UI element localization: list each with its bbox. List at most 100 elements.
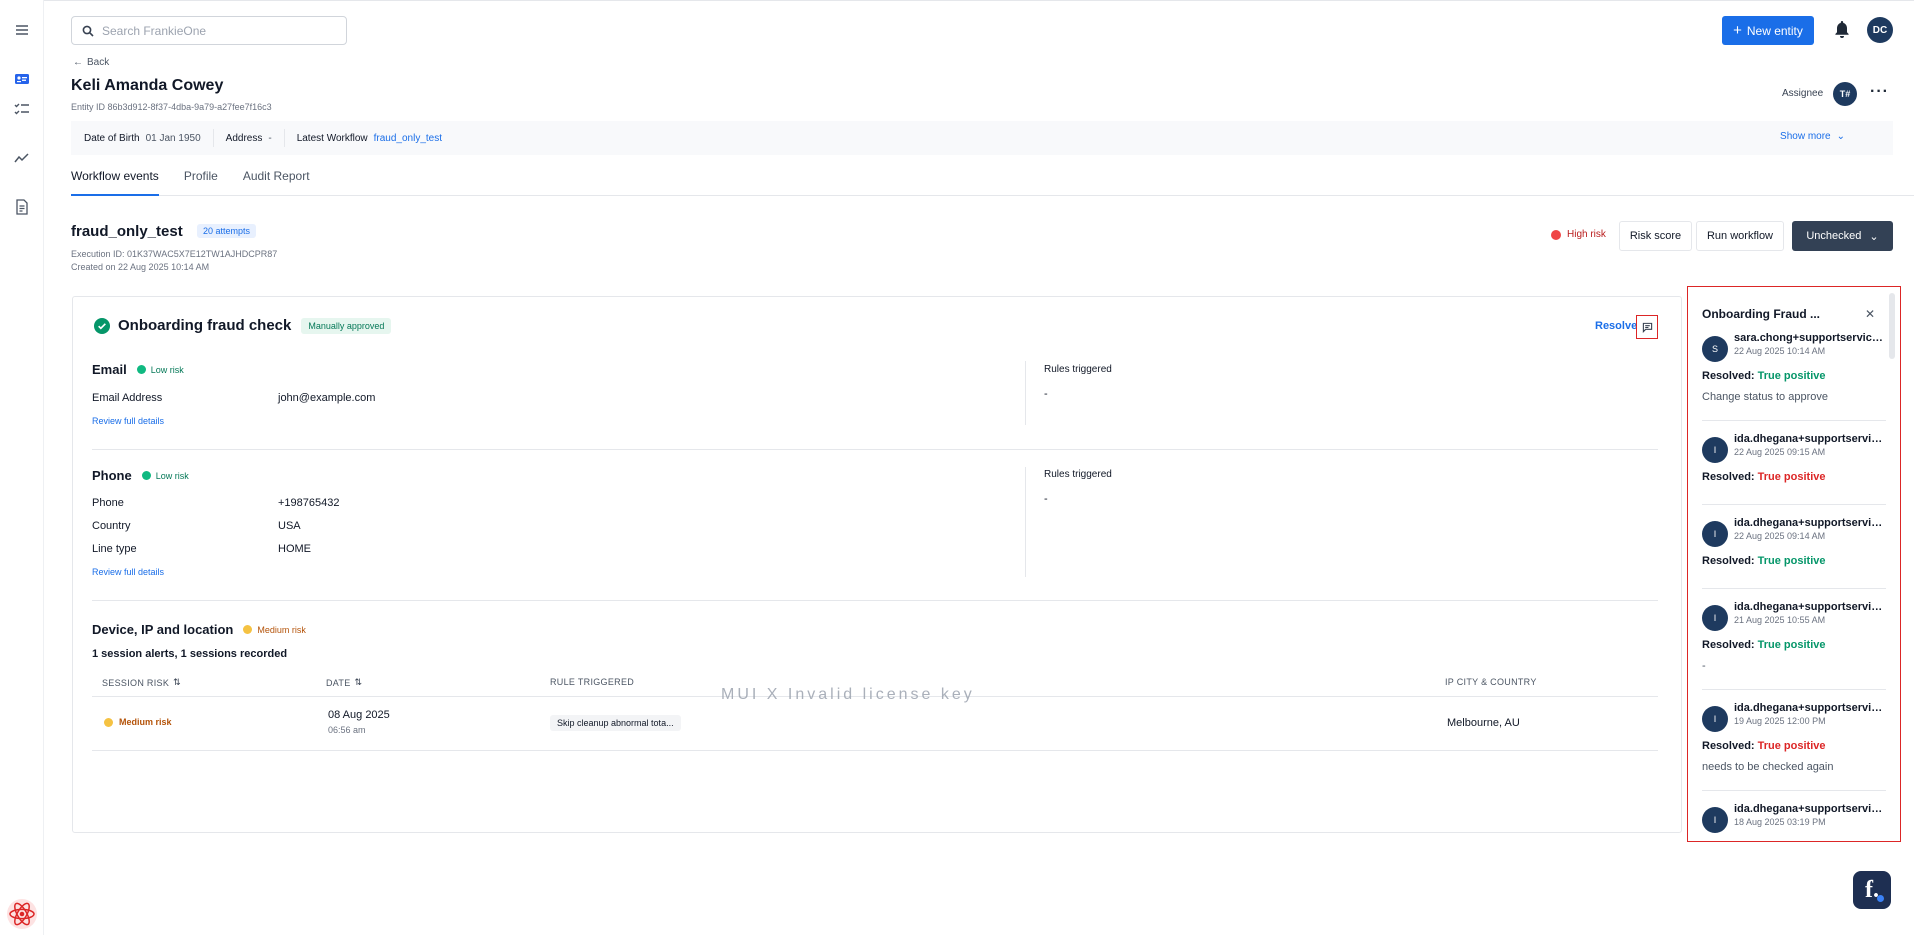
status-dropdown-button[interactable]: Unchecked ⌄: [1792, 221, 1893, 251]
tab-bar: Workflow events Profile Audit Report: [71, 162, 1914, 196]
phone-label: Phone: [92, 497, 124, 509]
plus-icon: +: [1733, 22, 1742, 39]
comment-icon: [1642, 322, 1652, 333]
column-header-date[interactable]: DATE ⇅: [326, 677, 362, 688]
risk-badge: Low risk: [141, 471, 189, 481]
assignee-avatar[interactable]: T#: [1833, 82, 1857, 106]
notification-bell-icon[interactable]: [1834, 20, 1852, 40]
sort-icon[interactable]: ⇅: [173, 677, 181, 688]
entity-id: Entity ID 86b3d912-8f37-4dba-9a79-a27fee…: [71, 102, 272, 112]
back-link[interactable]: ← Back: [73, 57, 109, 68]
email-review-details-link[interactable]: Review full details: [92, 416, 164, 426]
email-address-label: Email Address: [92, 392, 163, 404]
hamburger-menu-icon[interactable]: [13, 21, 31, 39]
show-more-button[interactable]: Show more ⌄: [1780, 131, 1845, 142]
resolve-button[interactable]: Resolve: [1595, 320, 1637, 332]
search-box[interactable]: [71, 16, 347, 45]
divider: [92, 750, 1658, 751]
analytics-trend-icon[interactable]: [13, 149, 31, 167]
panel-scrollbar[interactable]: [1889, 293, 1895, 359]
divider: [1025, 361, 1026, 425]
session-summary: 1 session alerts, 1 sessions recorded: [92, 648, 288, 660]
dob-value: 01 Jan 1950: [145, 132, 201, 144]
line-type-label: Line type: [92, 543, 137, 555]
comment-resolution: Resolved: True positive: [1702, 370, 1826, 382]
attempts-badge[interactable]: 20 attempts: [197, 224, 257, 238]
comment-time: 19 Aug 2025 12:00 PM: [1734, 716, 1826, 726]
checklist-icon[interactable]: [13, 100, 31, 118]
comment-time: 21 Aug 2025 10:55 AM: [1734, 615, 1826, 625]
top-border: [0, 0, 1914, 3]
comments-toggle-button[interactable]: [1636, 315, 1658, 339]
arrow-left-icon: ←: [73, 57, 83, 68]
column-header-rule-triggered: RULE TRIGGERED: [550, 677, 635, 687]
column-header-session-risk[interactable]: SESSION RISK ⇅: [102, 677, 181, 688]
user-avatar[interactable]: DC: [1867, 17, 1893, 43]
divider: [283, 129, 285, 147]
email-rules-value: -: [1044, 388, 1048, 400]
chevron-down-icon: ⌄: [1869, 230, 1879, 243]
entity-name: Keli Amanda Cowey: [71, 77, 224, 94]
email-address-value: john@example.com: [278, 392, 376, 404]
entity-summary-bar: Date of Birth 01 Jan 1950 Address - Late…: [71, 121, 1893, 155]
chevron-down-icon: ⌄: [1836, 131, 1845, 142]
comment-time: 22 Aug 2025 09:14 AM: [1734, 531, 1826, 541]
sort-icon[interactable]: ⇅: [355, 677, 363, 688]
close-icon[interactable]: ✕: [1865, 307, 1875, 321]
status-dot-icon: [141, 471, 151, 480]
status-dot-icon: [136, 365, 146, 374]
comment-time: 22 Aug 2025 09:15 AM: [1734, 447, 1826, 457]
divider: [1702, 689, 1886, 690]
document-icon[interactable]: [13, 198, 31, 216]
risk-score-button[interactable]: Risk score: [1619, 221, 1692, 251]
phone-rules-value: -: [1044, 493, 1048, 505]
divider: [1702, 504, 1886, 505]
license-watermark: MUI X Invalid license key: [721, 686, 975, 703]
comment-resolution: Resolved: True positive: [1702, 471, 1826, 483]
left-rail: [0, 0, 44, 935]
phone-section-title: Phone Low risk: [92, 468, 189, 483]
email-rules-label: Rules triggered: [1044, 364, 1112, 375]
card-title: Onboarding fraud check: [118, 317, 292, 334]
avatar: I: [1702, 706, 1728, 732]
execution-id: Execution ID: 01K37WAC5X7E12TW1AJHDCPR87: [71, 249, 278, 259]
frankie-help-button[interactable]: f.: [1853, 871, 1891, 909]
divider: [1702, 420, 1886, 421]
more-options-icon[interactable]: ···: [1870, 84, 1889, 100]
comment-time: 22 Aug 2025 10:14 AM: [1734, 346, 1826, 356]
rule-chip[interactable]: Skip cleanup abnormal tota...: [550, 715, 681, 731]
comment-author: ida.dhegana+supportservice...: [1734, 433, 1886, 445]
comment-resolution: Resolved: True positive: [1702, 555, 1826, 567]
assignee-label: Assignee: [1782, 88, 1824, 99]
email-section-title: Email Low risk: [92, 362, 184, 377]
tab-workflow-events[interactable]: Workflow events: [71, 162, 159, 196]
latest-workflow-link[interactable]: fraud_only_test: [374, 133, 442, 144]
created-on: Created on 22 Aug 2025 10:14 AM: [71, 262, 210, 272]
tab-profile[interactable]: Profile: [184, 162, 218, 196]
tab-audit-report[interactable]: Audit Report: [243, 162, 310, 196]
status-dot-icon: [1551, 229, 1561, 240]
search-icon: [82, 25, 94, 37]
search-input[interactable]: [102, 23, 332, 38]
run-workflow-button[interactable]: Run workflow: [1696, 221, 1784, 251]
comment-text: needs to be checked again: [1702, 761, 1834, 773]
panel-title: Onboarding Fraud ...: [1702, 307, 1820, 321]
new-entity-button[interactable]: + New entity: [1722, 16, 1814, 45]
entity-card-icon[interactable]: [13, 70, 31, 88]
divider: [1702, 790, 1886, 791]
risk-level-badge: High risk: [1551, 229, 1606, 240]
address-label: Address: [225, 132, 263, 144]
line-type-value: HOME: [278, 543, 311, 555]
divider: [212, 129, 214, 147]
comments-panel: Onboarding Fraud ... ✕ S sara.chong+supp…: [1687, 286, 1901, 842]
phone-review-details-link[interactable]: Review full details: [92, 567, 164, 577]
ip-location-cell: Melbourne, AU: [1447, 717, 1520, 729]
fraud-check-card: Onboarding fraud check Manually approved…: [72, 296, 1682, 833]
avatar: I: [1702, 807, 1728, 833]
status-badge: Manually approved: [301, 317, 392, 334]
risk-badge: Medium risk: [243, 625, 306, 635]
avatar: I: [1702, 437, 1728, 463]
avatar: S: [1702, 336, 1728, 362]
phone-rules-label: Rules triggered: [1044, 469, 1112, 480]
react-devtools-logo-icon[interactable]: [6, 898, 38, 930]
